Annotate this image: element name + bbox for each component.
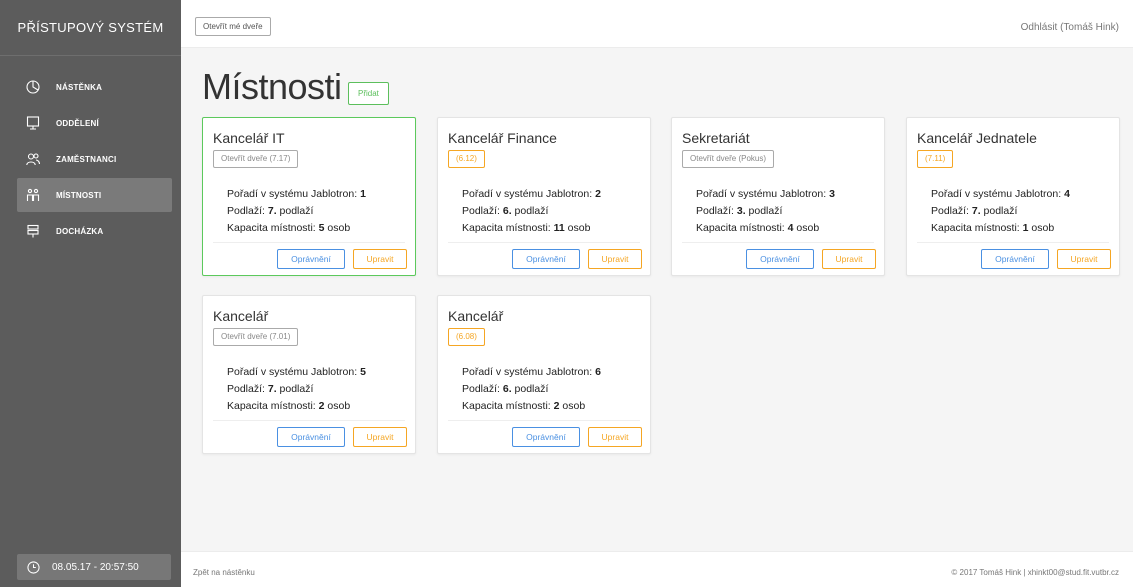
room-floor: Podlaží: 6. podlaží bbox=[462, 205, 549, 217]
permissions-button[interactable]: Oprávnění bbox=[277, 249, 345, 269]
permissions-button[interactable]: Oprávnění bbox=[746, 249, 814, 269]
sidebar-item-oddeleni[interactable]: ODDĚLENÍ bbox=[17, 106, 172, 140]
room-floor: Podlaží: 7. podlaží bbox=[227, 205, 314, 217]
room-card: Kancelář Jednatele (7.11) Pořadí v systé… bbox=[906, 117, 1120, 276]
room-info: Pořadí v systému Jablotron: 2 Podlaží: 6… bbox=[462, 186, 601, 237]
logout-link[interactable]: Odhlásit (Tomáš Hink) bbox=[1021, 22, 1119, 33]
app-brand[interactable]: PŘÍSTUPOVÝ SYSTÉM bbox=[0, 0, 181, 56]
open-door-button[interactable]: Otevřít dveře (7.17) bbox=[213, 150, 299, 168]
sidebar-item-mistnosti[interactable]: MÍSTNOSTI bbox=[17, 178, 172, 212]
room-code-tag[interactable]: (6.08) bbox=[448, 328, 485, 346]
room-floor: Podlaží: 3. podlaží bbox=[696, 205, 783, 217]
room-card: Kancelář IT Otevřít dveře (7.17) Pořadí … bbox=[202, 117, 416, 276]
card-divider bbox=[213, 420, 405, 421]
copyright-text: © 2017 Tomáš Hink | xhinkt00@stud.fit.vu… bbox=[951, 568, 1119, 577]
edit-button[interactable]: Upravit bbox=[353, 427, 407, 447]
sidebar-item-nastenka[interactable]: NÁSTĚNKA bbox=[17, 70, 172, 104]
sidebar-item-label: NÁSTĚNKA bbox=[56, 82, 103, 92]
back-to-dashboard-link[interactable]: Zpět na nástěnku bbox=[193, 568, 255, 577]
permissions-button[interactable]: Oprávnění bbox=[981, 249, 1049, 269]
edit-button[interactable]: Upravit bbox=[1057, 249, 1111, 269]
room-capacity: Kapacita místnosti: 1 osob bbox=[931, 222, 1055, 234]
page-title: Místnosti bbox=[202, 66, 342, 107]
room-order: Pořadí v systému Jablotron: 6 bbox=[462, 366, 601, 378]
room-order: Pořadí v systému Jablotron: 3 bbox=[696, 188, 835, 200]
room-info: Pořadí v systému Jablotron: 6 Podlaží: 6… bbox=[462, 364, 601, 415]
permissions-button[interactable]: Oprávnění bbox=[512, 249, 580, 269]
room-order: Pořadí v systému Jablotron: 1 bbox=[227, 188, 366, 200]
footer: Zpět na nástěnku © 2017 Tomáš Hink | xhi… bbox=[181, 551, 1133, 587]
room-info: Pořadí v systému Jablotron: 3 Podlaží: 3… bbox=[696, 186, 835, 237]
room-info: Pořadí v systému Jablotron: 4 Podlaží: 7… bbox=[931, 186, 1070, 237]
add-room-button[interactable]: Přidat bbox=[348, 82, 389, 105]
edit-button[interactable]: Upravit bbox=[353, 249, 407, 269]
permissions-button[interactable]: Oprávnění bbox=[512, 427, 580, 447]
monitor-icon bbox=[26, 116, 40, 130]
main-content: Místnosti Přidat Kancelář IT Otevřít dve… bbox=[181, 48, 1133, 551]
room-card: Sekretariát Otevřít dveře (Pokus) Pořadí… bbox=[671, 117, 885, 276]
card-divider bbox=[682, 242, 874, 243]
room-info: Pořadí v systému Jablotron: 5 Podlaží: 7… bbox=[227, 364, 366, 415]
room-code-tag[interactable]: (7.11) bbox=[917, 150, 954, 168]
signpost-icon bbox=[26, 224, 40, 238]
sidebar: PŘÍSTUPOVÝ SYSTÉM NÁSTĚNKA ODDĚLENÍ ZAMĚ… bbox=[0, 0, 181, 587]
room-order: Pořadí v systému Jablotron: 4 bbox=[931, 188, 1070, 200]
sidebar-nav: NÁSTĚNKA ODDĚLENÍ ZAMĚSTNANCI MÍSTNOSTI … bbox=[0, 56, 181, 248]
room-name: Kancelář Jednatele bbox=[917, 130, 1037, 146]
room-code-tag[interactable]: (6.12) bbox=[448, 150, 485, 168]
sidebar-item-label: ODDĚLENÍ bbox=[56, 118, 99, 128]
open-my-door-button[interactable]: Otevřít mé dveře bbox=[195, 17, 271, 36]
sidebar-item-label: ZAMĚSTNANCI bbox=[56, 154, 117, 164]
room-floor: Podlaží: 6. podlaží bbox=[462, 383, 549, 395]
room-floor: Podlaží: 7. podlaží bbox=[931, 205, 1018, 217]
room-name: Kancelář bbox=[448, 308, 504, 324]
topbar: Otevřít mé dveře Odhlásit (Tomáš Hink) bbox=[181, 0, 1133, 48]
card-divider bbox=[448, 420, 640, 421]
room-capacity: Kapacita místnosti: 2 osob bbox=[462, 400, 586, 412]
room-name: Sekretariát bbox=[682, 130, 750, 146]
room-capacity: Kapacita místnosti: 11 osob bbox=[462, 222, 591, 234]
clock-widget: 08.05.17 - 20:57:50 bbox=[17, 554, 171, 580]
sidebar-item-dochazka[interactable]: DOCHÁZKA bbox=[17, 214, 172, 248]
open-door-button[interactable]: Otevřít dveře (7.01) bbox=[213, 328, 299, 346]
room-order: Pořadí v systému Jablotron: 2 bbox=[462, 188, 601, 200]
edit-button[interactable]: Upravit bbox=[588, 249, 642, 269]
room-order: Pořadí v systému Jablotron: 5 bbox=[227, 366, 366, 378]
rooms-icon bbox=[26, 188, 40, 202]
sidebar-item-label: MÍSTNOSTI bbox=[56, 190, 102, 200]
room-name: Kancelář IT bbox=[213, 130, 285, 146]
sidebar-item-label: DOCHÁZKA bbox=[56, 226, 104, 236]
room-card: Kancelář Finance (6.12) Pořadí v systému… bbox=[437, 117, 651, 276]
room-card: Kancelář Otevřít dveře (7.01) Pořadí v s… bbox=[202, 295, 416, 454]
room-name: Kancelář Finance bbox=[448, 130, 557, 146]
clock-icon bbox=[27, 560, 40, 574]
edit-button[interactable]: Upravit bbox=[822, 249, 876, 269]
room-floor: Podlaží: 7. podlaží bbox=[227, 383, 314, 395]
room-capacity: Kapacita místnosti: 4 osob bbox=[696, 222, 820, 234]
open-door-button[interactable]: Otevřít dveře (Pokus) bbox=[682, 150, 775, 168]
pie-chart-icon bbox=[26, 80, 40, 94]
room-capacity: Kapacita místnosti: 2 osob bbox=[227, 400, 351, 412]
room-card: Kancelář (6.08) Pořadí v systému Jablotr… bbox=[437, 295, 651, 454]
room-name: Kancelář bbox=[213, 308, 269, 324]
permissions-button[interactable]: Oprávnění bbox=[277, 427, 345, 447]
card-divider bbox=[448, 242, 640, 243]
card-divider bbox=[213, 242, 405, 243]
room-info: Pořadí v systému Jablotron: 1 Podlaží: 7… bbox=[227, 186, 366, 237]
sidebar-item-zamestnanci[interactable]: ZAMĚSTNANCI bbox=[17, 142, 172, 176]
card-divider bbox=[917, 242, 1109, 243]
users-icon bbox=[26, 152, 40, 166]
room-capacity: Kapacita místnosti: 5 osob bbox=[227, 222, 351, 234]
edit-button[interactable]: Upravit bbox=[588, 427, 642, 447]
clock-datetime: 08.05.17 - 20:57:50 bbox=[52, 561, 139, 573]
